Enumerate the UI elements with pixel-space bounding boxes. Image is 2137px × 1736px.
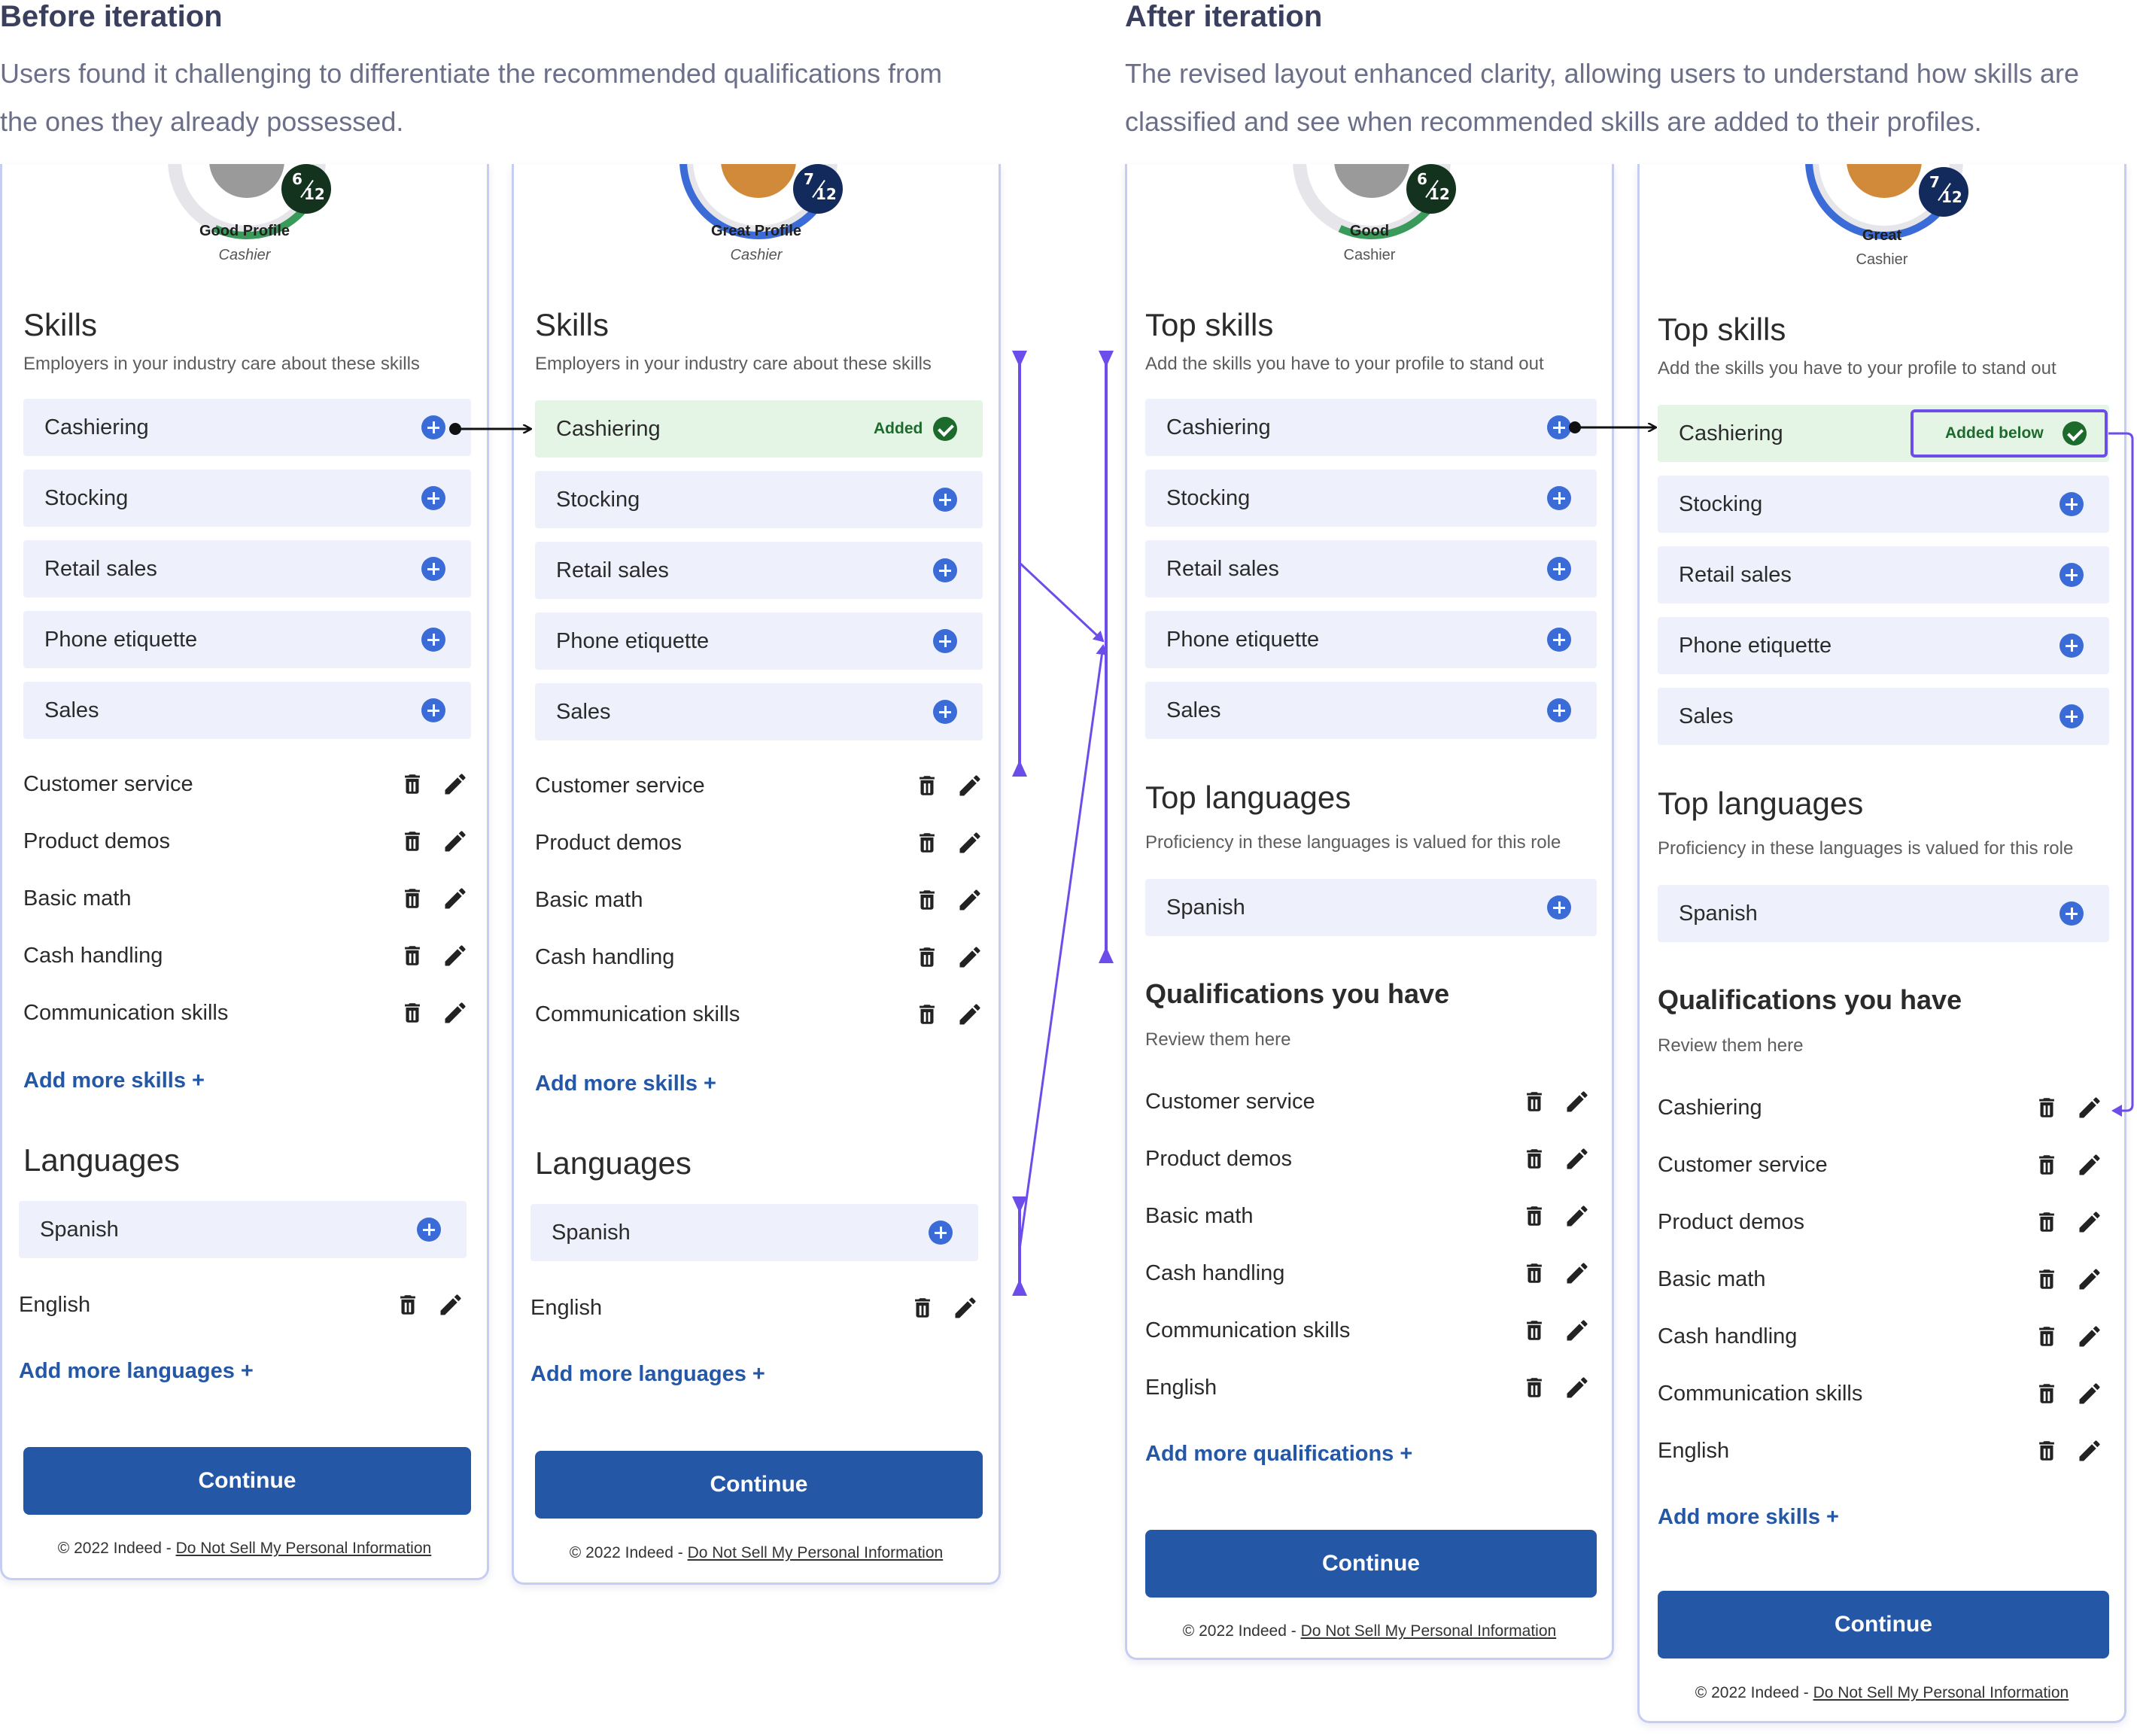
annotation-overlay	[449, 351, 2134, 1296]
added-below-connector	[2108, 432, 2134, 1117]
merge-arrow-languages	[1018, 644, 1108, 1250]
add-action-arrow-after	[1569, 421, 1655, 433]
add-action-arrow-before	[449, 423, 530, 435]
merge-arrow-skills	[1018, 561, 1105, 643]
